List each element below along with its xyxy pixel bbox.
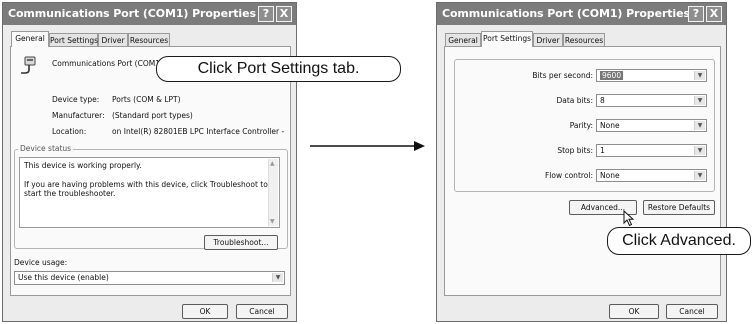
device-name-label: Communications Port (COM1) [52, 59, 163, 68]
chevron-down-icon[interactable]: ▼ [694, 171, 705, 180]
right-cancel-button[interactable]: Cancel [666, 304, 718, 319]
data-bits-select[interactable]: 8 ▼ [596, 94, 707, 107]
arrow-right-icon [310, 141, 425, 151]
tab-port-settings[interactable]: Port Settings [481, 31, 533, 47]
stop-bits-value: 1 [600, 146, 605, 155]
close-icon[interactable]: X [706, 6, 722, 22]
location-label: Location: [52, 127, 87, 136]
serial-port-icon [21, 56, 36, 74]
left-cancel-button[interactable]: Cancel [236, 304, 288, 319]
manufacturer-value: (Standard port types) [112, 111, 193, 120]
chevron-down-icon[interactable]: ▼ [694, 121, 705, 130]
scroll-up-icon[interactable]: ▲ [270, 160, 275, 167]
device-usage-value: Use this device (enable) [18, 273, 109, 282]
parity-select[interactable]: None ▼ [596, 119, 707, 132]
location-value: on Intel(R) 82801EB LPC Interface Contro… [112, 127, 285, 136]
close-icon[interactable]: X [276, 6, 292, 22]
right-port-settings-panel: Bits per second: 9600 ▼ Data bits: 8 ▼ P… [444, 46, 721, 296]
scroll-down-icon[interactable]: ▼ [270, 218, 275, 225]
bits-per-second-value: 9600 [600, 71, 624, 80]
parity-value: None [600, 121, 620, 130]
restore-defaults-button[interactable]: Restore Defaults [643, 200, 715, 215]
chevron-down-icon[interactable]: ▼ [272, 273, 283, 282]
tab-driver[interactable]: Driver [98, 33, 128, 47]
tab-driver[interactable]: Driver [533, 33, 563, 47]
right-ok-button[interactable]: OK [609, 304, 659, 319]
tab-resources[interactable]: Resources [563, 33, 605, 47]
right-properties-dialog: Communications Port (COM1) Properties ? … [436, 2, 727, 322]
manufacturer-label: Manufacturer: [52, 111, 105, 120]
left-general-panel: Communications Port (COM1) Device type: … [10, 46, 291, 296]
left-ok-button[interactable]: OK [182, 304, 228, 319]
chevron-down-icon[interactable]: ▼ [694, 146, 705, 155]
tab-general[interactable]: General [445, 33, 481, 47]
callout-advanced: Click Advanced. [607, 227, 751, 255]
status-scrollbar[interactable]: ▲ ▼ [268, 159, 278, 226]
callout-port-settings: Click Port Settings tab. [156, 56, 401, 82]
help-icon[interactable]: ? [688, 6, 704, 22]
bits-per-second-select[interactable]: 9600 ▼ [596, 69, 707, 82]
tab-general[interactable]: General [11, 31, 49, 47]
chevron-down-icon[interactable]: ▼ [694, 71, 705, 80]
device-type-label: Device type: [52, 95, 100, 104]
right-titlebar[interactable]: Communications Port (COM1) Properties ? … [437, 3, 726, 25]
device-status-textbox[interactable]: This device is working properly. If you … [19, 157, 280, 228]
parity-label: Parity: [569, 121, 593, 130]
left-properties-dialog: Communications Port (COM1) Properties ? … [2, 2, 297, 322]
left-titlebar[interactable]: Communications Port (COM1) Properties ? … [3, 3, 296, 25]
bits-per-second-label: Bits per second: [532, 71, 593, 80]
troubleshoot-button[interactable]: Troubleshoot... [204, 235, 278, 250]
flow-control-select[interactable]: None ▼ [596, 169, 707, 182]
right-dialog-title: Communications Port (COM1) Properties [442, 7, 690, 20]
mouse-cursor-icon [623, 210, 635, 227]
stop-bits-label: Stop bits: [557, 146, 593, 155]
stop-bits-select[interactable]: 1 ▼ [596, 144, 707, 157]
chevron-down-icon[interactable]: ▼ [694, 96, 705, 105]
data-bits-value: 8 [600, 96, 605, 105]
help-icon[interactable]: ? [258, 6, 274, 22]
status-line-3: start the troubleshooter. [24, 189, 116, 198]
device-usage-select[interactable]: Use this device (enable) ▼ [14, 271, 285, 285]
data-bits-label: Data bits: [556, 96, 593, 105]
device-usage-label: Device usage: [14, 258, 68, 267]
tab-resources[interactable]: Resources [128, 33, 170, 47]
left-dialog-title: Communications Port (COM1) Properties [8, 7, 256, 20]
flow-control-label: Flow control: [544, 171, 593, 180]
device-type-value: Ports (COM & LPT) [112, 95, 181, 104]
tab-port-settings[interactable]: Port Settings [49, 33, 98, 47]
status-line-1: This device is working properly. [24, 161, 142, 170]
device-status-label: Device status [18, 144, 74, 154]
flow-control-value: None [600, 171, 620, 180]
